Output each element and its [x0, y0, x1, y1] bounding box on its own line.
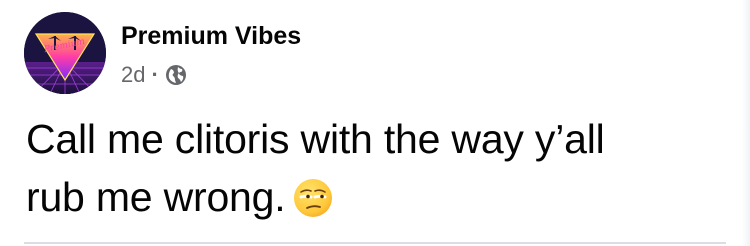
unamused-face-emoji-icon	[293, 175, 333, 217]
post-timestamp[interactable]: 2d	[121, 62, 145, 88]
meta-separator: ·	[151, 62, 159, 87]
right-edge-shadow	[742, 0, 750, 246]
post-text-line-2-wrap: rub me wrong.	[26, 168, 726, 226]
facebook-post: Premium Premium Vibes 2d · Call me clito…	[0, 0, 750, 246]
post-divider	[24, 242, 726, 244]
premium-vibes-logo: Premium	[24, 12, 106, 94]
post-text-line-2: rub me wrong.	[26, 174, 286, 220]
post-meta: 2d ·	[121, 60, 187, 90]
post-body: Call me clitoris with the way y’all rub …	[26, 110, 726, 226]
globe-icon[interactable]	[165, 64, 187, 86]
post-text-line-1: Call me clitoris with the way y’all	[26, 116, 605, 162]
post-author-name[interactable]: Premium Vibes	[121, 20, 301, 52]
page-avatar[interactable]: Premium	[24, 12, 106, 94]
